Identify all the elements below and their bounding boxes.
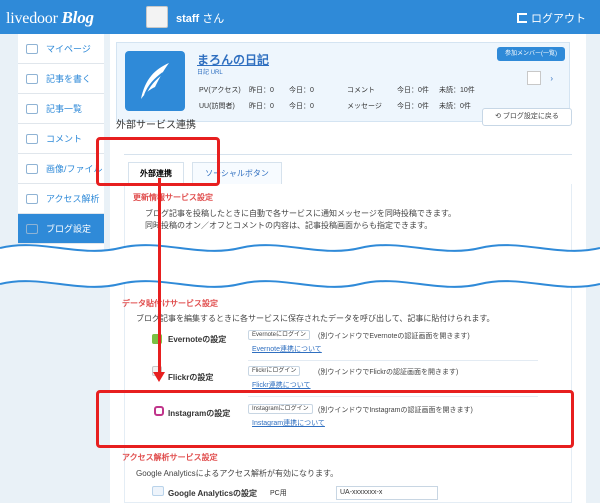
- settings-icon: [26, 223, 38, 234]
- user-suffix: さん: [202, 13, 225, 25]
- logout-icon: [517, 13, 527, 23]
- pen-icon: [26, 73, 38, 84]
- section-desc-analytics: Google Analyticsによるアクセス解析が有効になります。: [136, 469, 339, 478]
- tab-external[interactable]: 外部連携: [128, 162, 184, 184]
- sidebar: マイページ 記事を書く 記事一覧 コメント 画像/ファイル アクセス解析 ブログ…: [18, 34, 104, 254]
- logo-secondary: Blog: [61, 8, 94, 27]
- comment-icon: [26, 133, 38, 144]
- sidebar-item-comments[interactable]: コメント: [18, 124, 104, 154]
- sidebar-item-label: コメント: [46, 134, 83, 144]
- sidebar-item-label: ブログ設定: [46, 224, 92, 234]
- message-label: メッセージ: [347, 103, 382, 110]
- flickr-login-button[interactable]: Flickrにログイン: [248, 366, 301, 376]
- pv-label: PV(アクセス): [199, 87, 241, 94]
- uu-label: UU(訪問者): [199, 103, 235, 110]
- sidebar-item-mypage[interactable]: マイページ: [18, 34, 104, 64]
- feather-icon: [125, 51, 185, 111]
- image-icon: [26, 163, 38, 174]
- blog-link-url[interactable]: URL: [211, 70, 223, 76]
- row-separator: [248, 360, 538, 361]
- pc-label: PC用: [270, 490, 287, 497]
- page-title: 外部サービス連携: [116, 120, 196, 131]
- section-head-update: 更新情報サービス設定: [133, 193, 213, 202]
- home-icon: [26, 43, 38, 54]
- user-avatar[interactable]: [146, 6, 168, 28]
- instagram-login-note: (別ウインドウでInstagramの認証画面を開きます): [318, 407, 473, 414]
- user-name: staff さん: [176, 10, 224, 26]
- comment-label: コメント: [347, 87, 375, 94]
- uu-today: 今日：0: [289, 103, 314, 110]
- pv-today: 今日：0: [289, 87, 314, 94]
- message-unread[interactable]: 未読：0件: [439, 101, 471, 111]
- evernote-login-button[interactable]: Evernoteにログイン: [248, 330, 311, 340]
- blog-links: 日記 URL: [197, 67, 223, 76]
- back-to-settings-button[interactable]: ⟲ ブログ設定に戻る: [482, 108, 572, 126]
- sidebar-item-label: マイページ: [46, 44, 91, 54]
- section-head-analytics: アクセス解析サービス設定: [122, 453, 218, 462]
- sidebar-item-files[interactable]: 画像/ファイル: [18, 154, 104, 184]
- sidebar-item-analytics[interactable]: アクセス解析: [18, 184, 104, 214]
- sidebar-item-label: アクセス解析: [46, 194, 100, 204]
- tab-social[interactable]: ソーシャルボタン: [192, 162, 282, 184]
- section-desc-data: ブログ記事を編集するときに各サービスに保存されたデータを呼び出して、記事に貼付け…: [136, 314, 495, 323]
- sidebar-item-articles[interactable]: 記事一覧: [18, 94, 104, 124]
- member-list-button[interactable]: 参加メンバー(一覧): [497, 47, 565, 61]
- logo-primary: livedoor: [6, 10, 58, 27]
- chevron-right-icon[interactable]: ›: [550, 74, 553, 83]
- comment-unread[interactable]: 未読：10件: [439, 85, 475, 95]
- flickr-setting-name: Flickrの設定: [168, 373, 214, 382]
- cut-wave: [0, 244, 600, 288]
- blog-title[interactable]: まろんの日記: [197, 51, 269, 68]
- document-icon: [26, 103, 38, 114]
- refresh-icon: ⟲: [495, 113, 503, 120]
- chart-icon: [26, 193, 38, 204]
- section-desc-update-2: 同時投稿のオン／オフとコメントの内容は、記事投稿画面からも指定できます。: [145, 221, 433, 230]
- row-separator: [248, 396, 538, 397]
- page: livedoor Blog staff さん ログアウト マイページ 記事を書く…: [0, 0, 600, 503]
- sidebar-item-label: 画像/ファイル: [46, 164, 103, 174]
- topbar: livedoor Blog staff さん ログアウト: [0, 0, 600, 34]
- section-desc-update-1: ブログ記事を投稿したときに自動で各サービスに通知メッセージを同時投稿できます。: [145, 209, 457, 218]
- tab-underline: [124, 154, 572, 155]
- callout-arrow-head: [153, 372, 165, 382]
- member-avatar[interactable]: [527, 71, 541, 85]
- brand-logo[interactable]: livedoor Blog: [6, 8, 94, 28]
- analytics-icon: [152, 486, 164, 496]
- section-head-data: データ貼付けサービス設定: [122, 299, 218, 308]
- comment-today: 今日：0件: [397, 87, 429, 94]
- back-button-label: ブログ設定に戻る: [502, 113, 559, 120]
- evernote-login-note: (別ウインドウでEvernoteの認証画面を開きます): [318, 333, 470, 340]
- pv-yesterday: 昨日：0: [249, 87, 274, 94]
- message-today: 今日：0件: [397, 103, 429, 110]
- evernote-setting-name: Evernoteの設定: [168, 335, 227, 344]
- sidebar-item-write[interactable]: 記事を書く: [18, 64, 104, 94]
- user-name-text: staff: [176, 13, 200, 25]
- logout-label: ログアウト: [531, 13, 586, 25]
- callout-arrow: [158, 178, 161, 374]
- flickr-help-link[interactable]: Flickr連携について: [252, 380, 311, 390]
- instagram-icon: [154, 406, 164, 416]
- uu-yesterday: 昨日：0: [249, 103, 274, 110]
- sidebar-item-label: 記事一覧: [46, 104, 83, 114]
- instagram-setting-name: Instagramの設定: [168, 409, 231, 418]
- evernote-help-link[interactable]: Evernote連携について: [252, 344, 322, 354]
- instagram-login-button[interactable]: Instagramにログイン: [248, 404, 313, 414]
- blog-link-diary[interactable]: 日記: [197, 70, 209, 76]
- sidebar-item-label: 記事を書く: [46, 74, 92, 84]
- flickr-login-note: (別ウインドウでFlickrの認証画面を開きます): [318, 369, 459, 376]
- instagram-help-link[interactable]: Instagram連携について: [252, 418, 325, 428]
- ga-tracking-id-input[interactable]: UA-xxxxxxx-x: [336, 486, 438, 500]
- ga-setting-name: Google Analyticsの設定: [168, 489, 258, 498]
- logout-link[interactable]: ログアウト: [517, 10, 586, 26]
